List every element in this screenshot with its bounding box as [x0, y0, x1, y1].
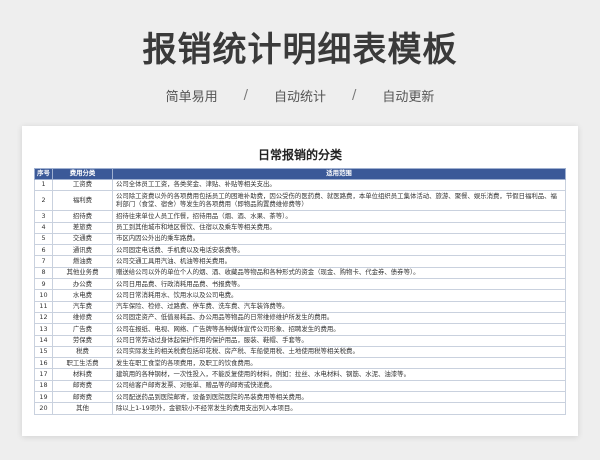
row-category: 材料费 — [52, 368, 113, 381]
row-scope: 公司固定资产、低值易耗品、办公用品等物品的日常维修维护所发生的费用。 — [112, 311, 566, 325]
table-row: 3 招待费 招待往来单位人员工作餐，招待用品（烟、酒、水果、茶等）。 — [34, 210, 566, 223]
row-number: 6 — [34, 244, 53, 257]
tagline-auto-update: 自动更新 — [382, 90, 435, 105]
header-no: 序号 — [34, 168, 53, 180]
row-category: 维修费 — [52, 311, 113, 325]
table-row: 5 交通费 市区内因公外出的乘车路费。 — [34, 232, 566, 246]
table-row: 8 其他业务费 赠送给公司以外的单位个人的烟、酒、收藏品等物品和各种形式的资金（现金… — [34, 266, 566, 280]
row-number: 15 — [34, 345, 53, 359]
row-category: 邮寄费 — [52, 379, 113, 393]
row-scope: 公司除工资费以外的各项费用包括员工的困难补助费，因公受伤的医药费、就医路费，本单… — [112, 190, 566, 212]
table-row: 13 广告费 公司在报纸、电视、网络、广告牌等各种媒体宣传公司形象、招聘发生的费用。 — [34, 323, 566, 336]
table-row: 10 水电费 公司日常消耗用水、饮用水以及公司电费。 — [34, 289, 566, 302]
sheet-title: 日常报销的分类 — [257, 148, 342, 162]
row-category: 其他业务费 — [52, 266, 113, 280]
tagline-separator: / — [352, 88, 357, 103]
table-row: 2 福利费 公司除工资费以外的各项费用包括员工的困难补助费，因公受伤的医药费、就医路… — [34, 190, 566, 212]
table-row: 6 通讯费 公司固定电话费、手机费以及电话安装费等。 — [34, 244, 566, 257]
row-category: 劳保费 — [52, 334, 113, 347]
table-row: 9 办公费 公司日用品费、行政消耗用品费、书报费等。 — [34, 278, 566, 291]
row-category: 广告费 — [52, 323, 113, 336]
row-category: 燃油费 — [52, 255, 113, 268]
table-row: 16 职工生活费 发生在职工食堂的各项费用，及职工的饮食费用。 — [34, 357, 566, 370]
row-number: 8 — [34, 266, 53, 280]
row-scope: 公司配送药品到医院邮寄，设备到医院医院的吊装费用等相关费用。 — [112, 391, 566, 404]
row-scope: 公司日常消耗用水、饮用水以及公司电费。 — [112, 289, 566, 302]
tagline-easy: 简单易用 — [165, 90, 218, 105]
row-category: 办公费 — [52, 278, 113, 291]
row-number: 11 — [34, 300, 53, 313]
header-category: 费用分类 — [52, 168, 113, 180]
row-scope: 公司全体员工工资，各类奖金、津贴、补贴等相关支出。 — [112, 178, 566, 192]
table-row: 15 税费 公司实际发生的相关税费包括印花税、房产税、车船使用税、土地使用税等相关税… — [34, 345, 566, 359]
tagline-auto-stats: 自动统计 — [273, 90, 326, 105]
row-category: 福利费 — [52, 190, 113, 212]
row-category: 工资费 — [52, 178, 113, 192]
row-number: 9 — [34, 278, 53, 291]
row-number: 14 — [34, 334, 53, 347]
row-scope: 赠送给公司以外的单位个人的烟、酒、收藏品等物品和各种形式的资金（现金、购物卡、代… — [112, 266, 566, 280]
row-number: 13 — [34, 323, 53, 336]
row-scope: 公司给客户邮寄发票、对账单、赠品等的邮寄或快递费。 — [112, 379, 566, 393]
header-scope: 适用范围 — [112, 168, 566, 180]
row-category: 职工生活费 — [52, 357, 113, 370]
row-category: 招待费 — [52, 210, 113, 223]
table-row: 17 材料费 建筑用的各种钢材，一次性投入，不能反复使用的材料，例如：拉丝、水电材料… — [34, 368, 566, 381]
row-scope: 公司日用品费、行政消耗用品费、书报费等。 — [112, 278, 566, 291]
row-scope: 除以上1-19项外，金额较小不经常发生的费用支出列入本项目。 — [112, 402, 566, 415]
row-scope: 公司实际发生的相关税费包括印花税、房产税、车船使用税、土地使用税等相关税费。 — [112, 345, 566, 359]
row-category: 汽车费 — [52, 300, 113, 313]
row-number: 17 — [34, 368, 53, 381]
table-row: 18 邮寄费 公司给客户邮寄发票、对账单、赠品等的邮寄或快递费。 — [34, 379, 566, 393]
row-scope: 建筑用的各种钢材，一次性投入，不能反复使用的材料，例如：拉丝、水电材料、钢筋、水… — [112, 368, 566, 381]
tagline-separator: / — [243, 88, 248, 103]
row-category: 邮寄费 — [52, 391, 113, 404]
row-number: 7 — [34, 255, 53, 268]
row-scope: 员工到其他城市和地区餐饮、住宿以及乘车等相关费用。 — [112, 221, 566, 234]
row-number: 10 — [34, 289, 53, 302]
table-row: 20 其他 除以上1-19项外，金额较小不经常发生的费用支出列入本项目。 — [34, 402, 566, 415]
row-scope: 发生在职工食堂的各项费用，及职工的饮食费用。 — [112, 357, 566, 370]
row-number: 20 — [34, 402, 53, 415]
row-scope: 公司交通工具用汽油、机油等相关费用。 — [112, 255, 566, 268]
row-scope: 公司在报纸、电视、网络、广告牌等各种媒体宣传公司形象、招聘发生的费用。 — [112, 323, 566, 336]
table-row: 4 差旅费 员工到其他城市和地区餐饮、住宿以及乘车等相关费用。 — [34, 221, 566, 234]
row-number: 4 — [34, 221, 53, 234]
row-number: 12 — [34, 311, 53, 325]
row-scope: 招待往来单位人员工作餐，招待用品（烟、酒、水果、茶等）。 — [112, 210, 566, 223]
table-row: 12 维修费 公司固定资产、低值易耗品、办公用品等物品的日常维修维护所发生的费用。 — [34, 311, 566, 325]
table-row: 1 工资费 公司全体员工工资，各类奖金、津贴、补贴等相关支出。 — [34, 178, 566, 192]
row-scope: 市区内因公外出的乘车路费。 — [112, 232, 566, 246]
table-row: 7 燃油费 公司交通工具用汽油、机油等相关费用。 — [34, 255, 566, 268]
tagline: 简单易用 / 自动统计 / 自动更新 — [0, 86, 600, 105]
table-row: 14 劳保费 公司日常劳动过身体起保护作用的保护用品，服装、鞋帽、手套等。 — [34, 334, 566, 347]
table-row: 19 邮寄费 公司配送药品到医院邮寄，设备到医院医院的吊装费用等相关费用。 — [34, 391, 566, 404]
row-number: 18 — [34, 379, 53, 393]
expense-category-table: 序号 费用分类 适用范围 1 工资费 公司全体员工工资，各类奖金、津贴、补贴等相关支… — [34, 168, 566, 415]
row-category: 交通费 — [52, 232, 113, 246]
row-category: 通讯费 — [52, 244, 113, 257]
row-number: 16 — [34, 357, 53, 370]
row-number: 1 — [34, 178, 53, 192]
page-title: 报销统计明细表模板 — [142, 30, 458, 70]
row-number: 3 — [34, 210, 53, 223]
table-header-row: 序号 费用分类 适用范围 — [34, 168, 566, 180]
row-number: 19 — [34, 391, 53, 404]
table-row: 11 汽车费 汽车保险、检修、过路费、停车费、洗车费、汽车装饰费等。 — [34, 300, 566, 313]
row-number: 2 — [34, 190, 53, 212]
row-category: 税费 — [52, 345, 113, 359]
row-category: 水电费 — [52, 289, 113, 302]
row-category: 差旅费 — [52, 221, 113, 234]
row-scope: 公司日常劳动过身体起保护作用的保护用品，服装、鞋帽、手套等。 — [112, 334, 566, 347]
row-number: 5 — [34, 232, 53, 246]
row-scope: 汽车保险、检修、过路费、停车费、洗车费、汽车装饰费等。 — [112, 300, 566, 313]
spreadsheet-preview: 日常报销的分类 序号 费用分类 适用范围 1 工资费 公司全体员工工资，各类奖金、津… — [22, 126, 578, 436]
row-category: 其他 — [52, 402, 113, 415]
row-scope: 公司固定电话费、手机费以及电话安装费等。 — [112, 244, 566, 257]
